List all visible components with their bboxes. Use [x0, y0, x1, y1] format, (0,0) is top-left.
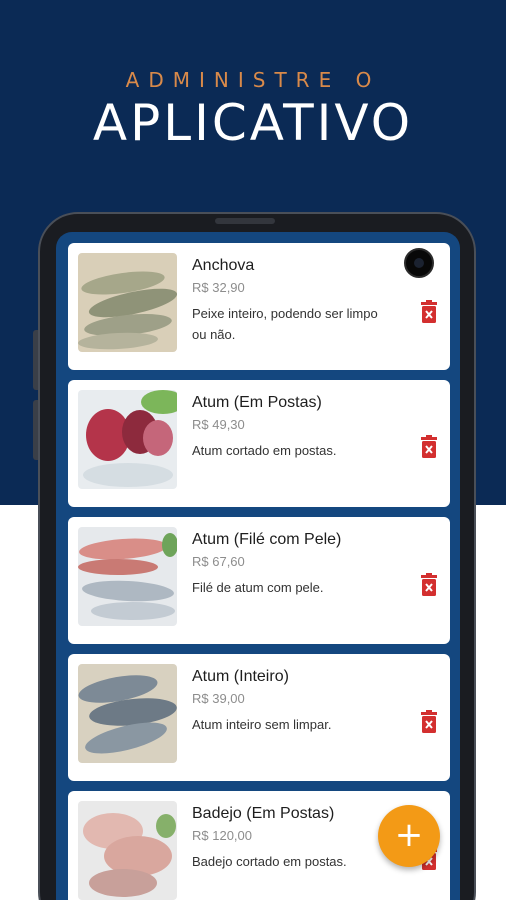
product-price: R$ 32,90 [192, 280, 245, 295]
banner-headline: APLICATIVO [92, 94, 414, 152]
product-description: Filé de atum com pele. [192, 580, 324, 595]
product-name: Atum (Filé com Pele) [192, 531, 342, 548]
product-card[interactable]: Atum (Em Postas) R$ 49,30 Atum cortado e… [68, 380, 450, 507]
trash-icon[interactable] [420, 710, 438, 734]
product-card[interactable]: Atum (Filé com Pele) R$ 67,60 Filé de at… [68, 517, 450, 644]
product-image [78, 390, 177, 489]
banner-tagline: ADMINISTRE O [125, 68, 381, 92]
product-image [78, 801, 177, 900]
product-price: R$ 120,00 [192, 828, 252, 843]
product-price: R$ 39,00 [192, 691, 245, 706]
product-price: R$ 49,30 [192, 417, 245, 432]
plus-icon: + [394, 815, 424, 855]
product-card[interactable]: Anchova R$ 32,90 Peixe inteiro, podendo … [68, 243, 450, 370]
trash-icon[interactable] [420, 573, 438, 597]
trash-icon[interactable] [420, 435, 438, 459]
trash-icon[interactable] [420, 300, 438, 324]
product-price: R$ 67,60 [192, 554, 245, 569]
product-name: Badejo (Em Postas) [192, 805, 335, 822]
front-camera [404, 248, 434, 278]
product-card[interactable]: Atum (Inteiro) R$ 39,00 Atum inteiro sem… [68, 654, 450, 781]
add-product-button[interactable]: + [378, 805, 440, 867]
product-description: Peixe inteiro, podendo ser limpo ou não. [192, 306, 378, 342]
product-image [78, 664, 177, 763]
product-image [78, 253, 177, 352]
product-description: Atum inteiro sem limpar. [192, 717, 332, 732]
product-name: Atum (Em Postas) [192, 394, 322, 411]
product-name: Atum (Inteiro) [192, 668, 289, 685]
product-description: Badejo cortado em postas. [192, 854, 347, 869]
product-name: Anchova [192, 257, 255, 274]
product-image [78, 527, 177, 626]
phone-speaker [215, 218, 275, 224]
product-description: Atum cortado em postas. [192, 443, 337, 458]
